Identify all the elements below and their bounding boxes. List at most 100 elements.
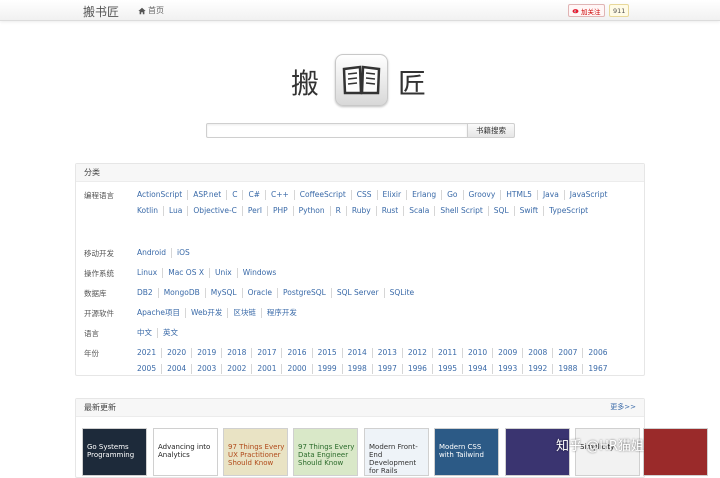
category-link[interactable]: CoffeeScript xyxy=(293,190,351,200)
category-link[interactable]: ActionScript xyxy=(132,190,187,200)
category-link[interactable]: 2011 xyxy=(431,348,462,358)
category-link[interactable]: PHP xyxy=(266,206,293,216)
category-link[interactable]: Unix xyxy=(208,268,237,278)
home-link[interactable]: 首页 xyxy=(138,5,164,16)
category-link[interactable]: 1999 xyxy=(311,364,342,374)
category-link[interactable]: MySQL xyxy=(204,288,242,298)
category-label: 开源软件 xyxy=(84,309,114,318)
category-link[interactable]: Kotlin xyxy=(132,206,163,216)
more-link[interactable]: 更多>> xyxy=(610,399,636,416)
category-link[interactable]: Mac OS X xyxy=(162,268,209,278)
category-link[interactable]: Linux xyxy=(132,268,162,278)
category-link[interactable]: 2012 xyxy=(401,348,432,358)
category-link[interactable]: DB2 xyxy=(132,288,158,298)
category-link[interactable]: Swift xyxy=(513,206,543,216)
category-link[interactable]: 区块链 xyxy=(227,308,261,318)
search-input[interactable] xyxy=(206,123,468,138)
category-link[interactable]: 2006 xyxy=(582,348,612,358)
category-link[interactable]: SQLite xyxy=(383,288,419,298)
category-link[interactable]: Apache项目 xyxy=(132,308,185,318)
category-link[interactable]: 2003 xyxy=(191,364,221,374)
category-link[interactable]: 2001 xyxy=(251,364,281,374)
category-link[interactable]: C++ xyxy=(264,190,294,200)
book-title: Go Systems Programming xyxy=(87,443,135,459)
category-link[interactable]: Lua xyxy=(163,206,187,216)
category-link[interactable]: HTML5 xyxy=(500,190,537,200)
category-link[interactable]: Erlang xyxy=(406,190,441,200)
category-link[interactable]: 2007 xyxy=(552,348,582,358)
book-cover[interactable]: Modern CSS with Tailwind xyxy=(434,428,499,476)
category-link[interactable]: Ruby xyxy=(345,206,376,216)
category-link[interactable]: 1996 xyxy=(401,364,432,374)
category-link[interactable]: CSS xyxy=(350,190,377,200)
book-cover[interactable] xyxy=(643,428,708,476)
category-link[interactable]: iOS xyxy=(171,248,195,258)
category-link[interactable]: 2017 xyxy=(251,348,281,358)
category-link[interactable]: 1997 xyxy=(371,364,402,374)
category-link[interactable]: Android xyxy=(132,248,171,258)
category-link[interactable]: Shell Script xyxy=(434,206,487,216)
category-link[interactable]: 2004 xyxy=(161,364,191,374)
category-link[interactable]: Scala xyxy=(403,206,434,216)
category-link[interactable]: 英文 xyxy=(157,328,183,338)
category-link[interactable]: Oracle xyxy=(241,288,277,298)
category-link[interactable]: Java xyxy=(536,190,564,200)
category-link[interactable]: Go xyxy=(441,190,462,200)
category-link[interactable]: 2015 xyxy=(311,348,342,358)
category-link[interactable]: 1992 xyxy=(522,364,552,374)
category-link[interactable]: TypeScript xyxy=(543,206,593,216)
category-link[interactable]: Rust xyxy=(375,206,403,216)
book-cover[interactable]: 97 Things Every UX Practitioner Should K… xyxy=(223,428,288,476)
category-link[interactable]: 2019 xyxy=(191,348,221,358)
category-link[interactable]: 2016 xyxy=(281,348,311,358)
book-cover[interactable]: Advancing into Analytics xyxy=(153,428,218,476)
category-link[interactable]: 2010 xyxy=(462,348,492,358)
category-link[interactable]: 2021 xyxy=(132,348,161,358)
category-link[interactable]: 1994 xyxy=(462,364,492,374)
category-link[interactable]: SQL Server xyxy=(330,288,384,298)
category-link[interactable]: Groovy xyxy=(462,190,501,200)
category-link[interactable]: 2018 xyxy=(221,348,251,358)
search-button[interactable]: 书籍搜索 xyxy=(468,123,515,138)
category-link[interactable]: 2020 xyxy=(161,348,191,358)
category-link[interactable]: R xyxy=(329,206,346,216)
category-link[interactable]: Objective-C xyxy=(187,206,242,216)
category-link[interactable]: 2009 xyxy=(492,348,522,358)
category-link[interactable]: C xyxy=(226,190,242,200)
category-link[interactable]: C# xyxy=(242,190,265,200)
latest-panel-title: 最新更新 xyxy=(84,403,116,412)
category-link[interactable]: SQL xyxy=(487,206,514,216)
category-link[interactable]: Web开发 xyxy=(184,308,227,318)
category-link-list: DB2 MongoDB MySQL Oracle PostgreSQL SQL Serve… xyxy=(132,288,627,298)
category-link[interactable]: 2014 xyxy=(341,348,372,358)
category-link[interactable]: PostgreSQL xyxy=(276,288,331,298)
category-link-list: Android iOS xyxy=(132,248,627,258)
category-link[interactable]: 2005 xyxy=(132,364,161,374)
book-title: Advancing into Analytics xyxy=(158,443,211,459)
category-link[interactable]: 1967 xyxy=(582,364,612,374)
category-link[interactable]: ASP.net xyxy=(187,190,226,200)
category-link[interactable]: Windows xyxy=(236,268,281,278)
category-panel-title: 分类 xyxy=(76,164,644,182)
category-link[interactable]: 1995 xyxy=(431,364,462,374)
book-cover[interactable]: 97 Things Every Data Engineer Should Kno… xyxy=(293,428,358,476)
category-link[interactable]: MongoDB xyxy=(157,288,205,298)
category-link[interactable]: 中文 xyxy=(132,328,157,338)
category-link[interactable]: 1998 xyxy=(341,364,372,374)
category-link[interactable]: 2002 xyxy=(221,364,251,374)
brand-logo[interactable]: 搬书匠 xyxy=(83,3,119,20)
category-link[interactable]: Python xyxy=(292,206,330,216)
category-link[interactable]: 程序开发 xyxy=(260,308,302,318)
category-link[interactable]: Perl xyxy=(241,206,267,216)
book-cover[interactable]: Modern Front-End Development for Rails xyxy=(364,428,429,476)
category-link[interactable]: Elixir xyxy=(376,190,407,200)
follow-button[interactable]: 加关注 xyxy=(568,4,605,17)
category-link[interactable]: JavaScript xyxy=(563,190,613,200)
category-link[interactable]: 2008 xyxy=(522,348,552,358)
book-cover[interactable]: Go Systems Programming xyxy=(82,428,147,476)
category-link[interactable]: 1988 xyxy=(552,364,582,374)
category-link[interactable]: 2000 xyxy=(281,364,311,374)
category-link-list: Linux Mac OS X Unix Windows xyxy=(132,268,627,278)
category-link[interactable]: 1993 xyxy=(492,364,522,374)
category-link[interactable]: 2013 xyxy=(371,348,402,358)
